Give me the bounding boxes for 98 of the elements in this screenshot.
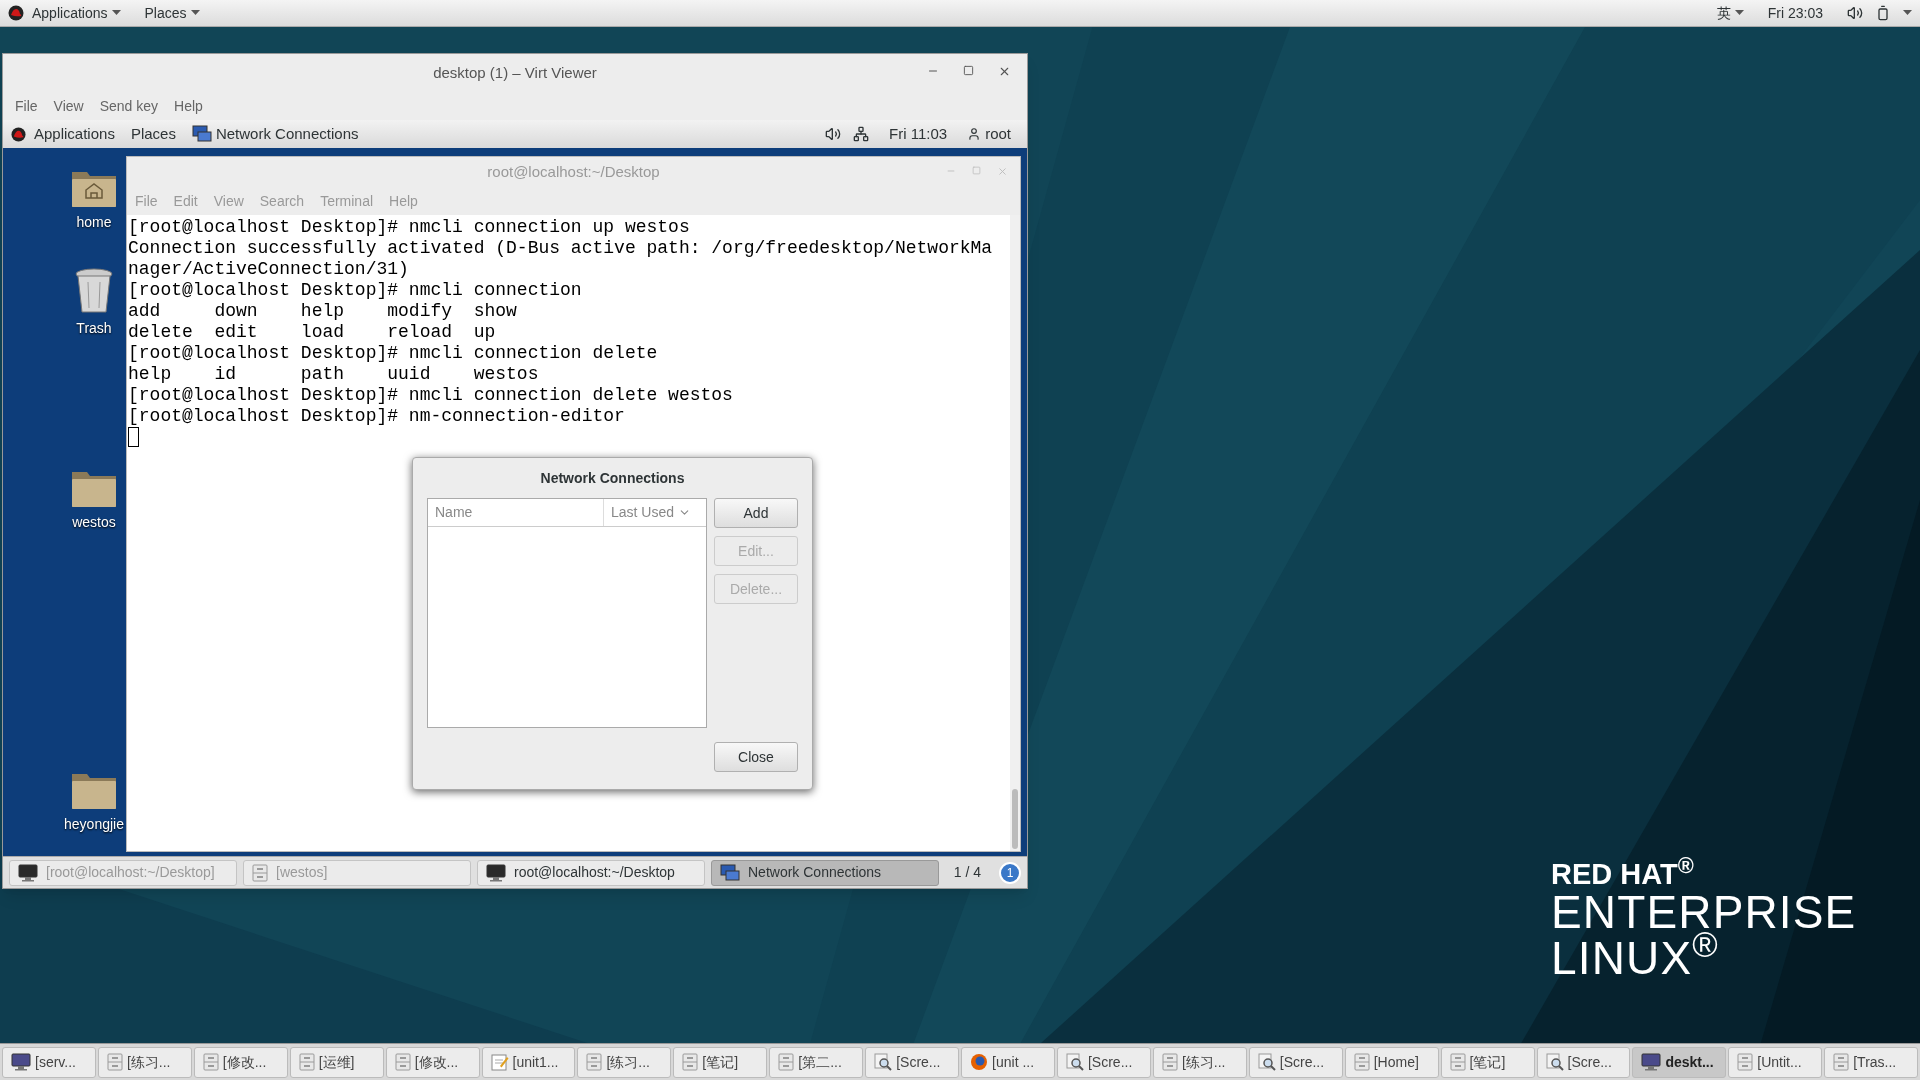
taskbar-item[interactable]: [修改...: [385, 1046, 480, 1078]
magnifier-icon: [1257, 1053, 1276, 1071]
taskbar-item[interactable]: Network Connections: [711, 859, 939, 886]
taskbar-item[interactable]: [Untit...: [1728, 1046, 1823, 1078]
volume-icon[interactable]: [825, 126, 842, 142]
network-icon: [720, 863, 740, 882]
terminal-line: nager/ActiveConnection/31): [128, 259, 409, 280]
desktop-icon-label[interactable]: westos: [72, 512, 116, 533]
taskbar-item[interactable]: [Scre...: [1536, 1046, 1631, 1078]
column-header[interactable]: Name: [428, 499, 604, 526]
cabinet-icon: [394, 1053, 411, 1071]
magnifier-icon: [874, 1053, 893, 1071]
terminal-line: [root@localhost Desktop]# nmcli connection delete: [128, 343, 658, 364]
taskbar-item[interactable]: [unit ...: [961, 1046, 1055, 1078]
terminal-line: [root@localhost Desktop]# nm-connection-editor: [128, 406, 625, 427]
cabinet-icon: [778, 1053, 795, 1071]
caret-icon: [1903, 10, 1912, 16]
hat-icon: [11, 126, 26, 142]
magnifier-icon: [1065, 1053, 1084, 1071]
cabinet-icon: [106, 1053, 123, 1071]
column-header[interactable]: Last Used: [604, 499, 706, 526]
menu-item[interactable]: Help: [174, 95, 203, 117]
applications-menu[interactable]: Applications: [34, 122, 115, 146]
taskbar-item[interactable]: [练习...: [1152, 1046, 1247, 1078]
terminal-line: add down help modify show: [128, 301, 517, 322]
taskbar-item[interactable]: [第二...: [769, 1046, 864, 1078]
terminal-icon: [18, 863, 38, 882]
hat-icon: [8, 5, 24, 21]
battery-icon[interactable]: [1875, 5, 1891, 21]
monitor-icon: [1641, 1053, 1662, 1071]
taskbar-item[interactable]: [Tras...: [1824, 1046, 1919, 1078]
taskbar-item[interactable]: [笔记]: [673, 1046, 768, 1078]
dialog-button[interactable]: Add: [714, 498, 798, 528]
desktop-icon-label[interactable]: Trash: [76, 318, 112, 339]
menu-item[interactable]: File: [15, 95, 38, 117]
trash-icon: [74, 268, 114, 314]
menu-item[interactable]: View: [53, 95, 84, 117]
places-menu[interactable]: Places: [144, 2, 200, 24]
user-icon: [967, 127, 982, 141]
caret-icon: [1734, 10, 1744, 16]
window-title: root@localhost:~/Desktop: [487, 161, 660, 182]
caret-icon: [190, 10, 200, 16]
taskbar-item[interactable]: [练习...: [97, 1046, 192, 1078]
monitor-icon: [11, 1053, 31, 1071]
terminal-line: Connection successfully activated (D-Bus active path: /org/freedesktop/NetworkMa: [128, 238, 993, 259]
maximize-icon[interactable]: [963, 65, 974, 76]
globe-icon: [970, 1053, 989, 1071]
window-title: desktop (1) – Virt Viewer: [433, 62, 597, 83]
network-icon: [191, 125, 212, 143]
clock[interactable]: Fri 11:03: [889, 122, 948, 146]
terminal-line: help id path uuid westos: [128, 364, 539, 385]
close-button[interactable]: Close: [714, 742, 798, 772]
desktop-icon-label[interactable]: home: [76, 212, 112, 233]
network-icon[interactable]: [853, 126, 870, 142]
taskbar-item[interactable]: root@localhost:~/Desktop: [477, 859, 705, 886]
cabinet-icon: [298, 1053, 315, 1071]
applications-menu[interactable]: Applications: [32, 2, 121, 24]
taskbar-item[interactable]: [运维]: [289, 1046, 384, 1078]
terminal-line: delete edit load reload up: [128, 322, 496, 343]
desktop-icon-label[interactable]: heyongjie: [64, 814, 124, 835]
volume-icon[interactable]: [1847, 5, 1863, 21]
notification-badge[interactable]: 1: [999, 861, 1021, 884]
workspace-indicator[interactable]: 1 / 4: [953, 862, 981, 883]
taskbar-item[interactable]: [Home]: [1344, 1046, 1439, 1078]
taskbar-item[interactable]: [Scre...: [1248, 1046, 1343, 1078]
taskbar-item[interactable]: [unit1...: [481, 1046, 576, 1078]
taskbar-item[interactable]: [练习...: [577, 1046, 672, 1078]
notepad-icon: [490, 1053, 509, 1071]
cabinet-icon: [682, 1053, 699, 1071]
taskbar-item[interactable]: [修改...: [193, 1046, 288, 1078]
cabinet-icon: [252, 863, 268, 882]
menu-item[interactable]: Send key: [99, 95, 159, 117]
magnifier-icon: [1545, 1053, 1564, 1071]
terminal-line: [root@localhost Desktop]# nmcli connection: [128, 280, 582, 301]
terminal-line: [root@localhost Desktop]# nmcli connection up westos: [128, 217, 690, 238]
cursor-icon: [128, 427, 139, 447]
terminal-line: [root@localhost Desktop]# nmcli connection delete westos: [128, 385, 733, 406]
taskbar-item[interactable]: [笔记]: [1440, 1046, 1535, 1078]
cabinet-icon: [1737, 1053, 1754, 1071]
taskbar-item[interactable]: deskt...: [1632, 1046, 1727, 1078]
clock[interactable]: Fri 23:03: [1767, 2, 1823, 24]
cabinet-icon: [1833, 1053, 1850, 1071]
cabinet-icon: [202, 1053, 219, 1071]
taskbar-item[interactable]: [Scre...: [1056, 1046, 1151, 1078]
taskbar-item[interactable]: [Scre...: [865, 1046, 960, 1078]
caret-icon: [111, 10, 121, 16]
input-method-menu[interactable]: 英: [1716, 2, 1744, 24]
close-icon[interactable]: [998, 65, 1011, 78]
terminal-icon: [486, 863, 506, 882]
taskbar-item[interactable]: [serv...: [2, 1046, 96, 1078]
cabinet-icon: [1353, 1053, 1370, 1071]
places-menu[interactable]: Places: [130, 122, 176, 146]
cabinet-icon: [1449, 1053, 1466, 1071]
user-menu[interactable]: root: [985, 122, 1011, 146]
app-menu[interactable]: Network Connections: [215, 122, 359, 146]
cabinet-icon: [586, 1053, 603, 1071]
cabinet-icon: [1161, 1053, 1178, 1071]
dialog-title: Network Connections: [540, 468, 685, 488]
